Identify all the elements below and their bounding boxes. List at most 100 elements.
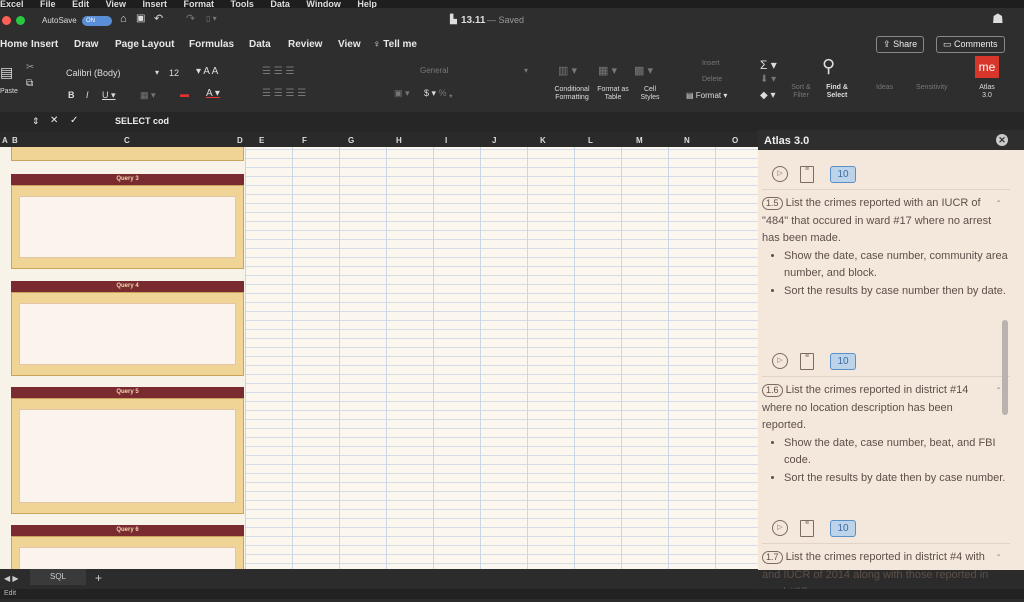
delete-cells-button[interactable]: Delete [702,76,722,83]
font-size-select[interactable]: 12 [169,68,179,78]
menu-file[interactable]: File [40,0,56,8]
pane-scrollbar[interactable] [1002,320,1008,415]
tab-home[interactable]: Home [0,39,28,50]
font-name-select[interactable]: Calibri (Body) [66,68,121,78]
chevron-down-icon[interactable]: ▾ [155,68,159,77]
column-h[interactable]: H [396,136,402,145]
format-as-table-label[interactable]: Format as Table [596,86,630,102]
tab-insert[interactable]: Insert [31,39,58,50]
sheet-tab-sql[interactable]: SQL [30,569,86,585]
tab-draw[interactable]: Draw [74,39,98,50]
prev-sheet-icon[interactable]: ◀ ▶ [4,574,19,583]
column-f[interactable]: F [302,136,307,145]
font-grow-icon[interactable]: ▾ A A [196,66,218,77]
column-m[interactable]: M [636,136,643,145]
cancel-formula-icon[interactable]: ✕ [50,115,58,126]
fill-color-icon[interactable]: ▬ [180,89,189,99]
column-d[interactable]: D [237,136,243,145]
format-cells-button[interactable]: ▤ Format ▾ [686,91,727,100]
undo-icon[interactable]: ↶ [154,12,163,25]
tab-view[interactable]: View [338,39,361,50]
underline-button[interactable]: U ▾ [102,90,116,101]
add-sheet-button[interactable]: + [95,571,102,585]
chevron-down-icon[interactable]: ▾ [524,66,528,75]
borders-icon[interactable]: ▦ ▾ [140,90,156,101]
paste-icon[interactable]: ▤ [0,64,13,81]
play-icon[interactable]: ▷ [772,166,788,182]
currency-icon[interactable]: $ ▾ % ❟ [424,88,453,99]
redo-icon[interactable]: ↷ [186,12,195,25]
format-as-table-icon[interactable]: ▦ ▾ [598,64,617,77]
column-c[interactable]: C [124,136,130,145]
document-icon[interactable]: ≡ [800,520,814,537]
menu-tools[interactable]: Tools [231,0,254,8]
share-button[interactable]: ⇪ Share [876,36,925,53]
close-icon[interactable]: ✕ [996,134,1008,146]
find-search-icon[interactable]: ⚲ [822,56,835,77]
comments-button[interactable]: ▭ Comments [936,36,1005,53]
column-a[interactable]: A [2,136,8,145]
formula-input[interactable]: SELECT cod [115,116,169,126]
menu-view[interactable]: View [106,0,126,8]
insert-cells-button[interactable]: Insert [702,60,720,67]
query-input-area[interactable] [19,409,236,503]
query-input-area[interactable] [19,303,236,365]
home-icon[interactable]: ⌂ [120,13,127,25]
menu-help[interactable]: Help [357,0,377,8]
collapse-caret-icon[interactable]: ⌃ [995,549,1002,567]
cell-styles-label[interactable]: Cell Styles [636,86,664,102]
menu-data[interactable]: Data [270,0,290,8]
column-n[interactable]: N [684,136,690,145]
close-window-button[interactable] [2,16,11,25]
collapse-caret-icon[interactable]: ⌃ [995,382,1002,400]
atlas-ribbon-button[interactable]: Atlas 3.0 [976,84,998,100]
menu-app[interactable]: Excel [0,0,24,8]
menu-edit[interactable]: Edit [72,0,89,8]
align-left-icon[interactable]: ☰ ☰ ☰ ☰ [262,88,306,99]
zoom-window-button[interactable] [16,16,25,25]
menu-format[interactable]: Format [184,0,215,8]
tab-page-layout[interactable]: Page Layout [115,39,174,50]
autosum-icon[interactable]: Σ ▾ [760,58,777,72]
tab-data[interactable]: Data [249,39,271,50]
document-icon[interactable]: ≡ [800,353,814,370]
document-icon[interactable]: ≡ [800,166,814,183]
column-e[interactable]: E [259,136,264,145]
account-icon[interactable]: ☗ [992,11,1004,27]
tab-formulas[interactable]: Formulas [189,39,234,50]
name-box-stepper[interactable]: ⇕ [32,116,40,127]
column-o[interactable]: O [732,136,738,145]
cell-styles-icon[interactable]: ▩ ▾ [634,64,653,77]
clear-icon[interactable]: ◆ ▾ [760,90,776,101]
font-color-icon[interactable]: A ▾ [206,88,220,99]
autosave-toggle[interactable]: ON [82,16,112,26]
column-g[interactable]: G [348,136,354,145]
play-icon[interactable]: ▷ [772,520,788,536]
fill-icon[interactable]: ⬇ ▾ [760,74,776,85]
column-i[interactable]: I [445,136,447,145]
atlas-logo[interactable]: me [975,56,999,78]
italic-button[interactable]: I [86,90,89,100]
column-b[interactable]: B [12,136,18,145]
save-icon[interactable]: ▣ [136,13,145,24]
conditional-formatting-label[interactable]: Conditional Formatting [548,86,596,102]
sensitivity-button[interactable]: Sensitivity [916,84,948,91]
confirm-formula-icon[interactable]: ✓ [70,115,78,126]
tell-me-search[interactable]: ♀ Tell me [373,39,417,50]
query-input-area[interactable] [19,196,236,258]
sort-filter-button[interactable]: Sort & Filter [786,84,816,100]
menu-insert[interactable]: Insert [142,0,167,8]
bold-button[interactable]: B [68,90,75,100]
align-top-icon[interactable]: ☰ ☰ ☰ [262,66,294,77]
copy-icon[interactable]: ⧉ [26,78,33,89]
column-k[interactable]: K [540,136,546,145]
quick-access-icon[interactable]: ▯ ▾ [206,14,217,23]
collapse-caret-icon[interactable]: ⌃ [995,195,1002,213]
tab-review[interactable]: Review [288,39,322,50]
column-l[interactable]: L [588,136,593,145]
cut-icon[interactable]: ✂ [26,62,34,73]
column-j[interactable]: J [492,136,496,145]
ideas-button[interactable]: Ideas [876,84,893,91]
conditional-formatting-icon[interactable]: ▥ ▾ [558,64,577,77]
menu-window[interactable]: Window [306,0,340,8]
